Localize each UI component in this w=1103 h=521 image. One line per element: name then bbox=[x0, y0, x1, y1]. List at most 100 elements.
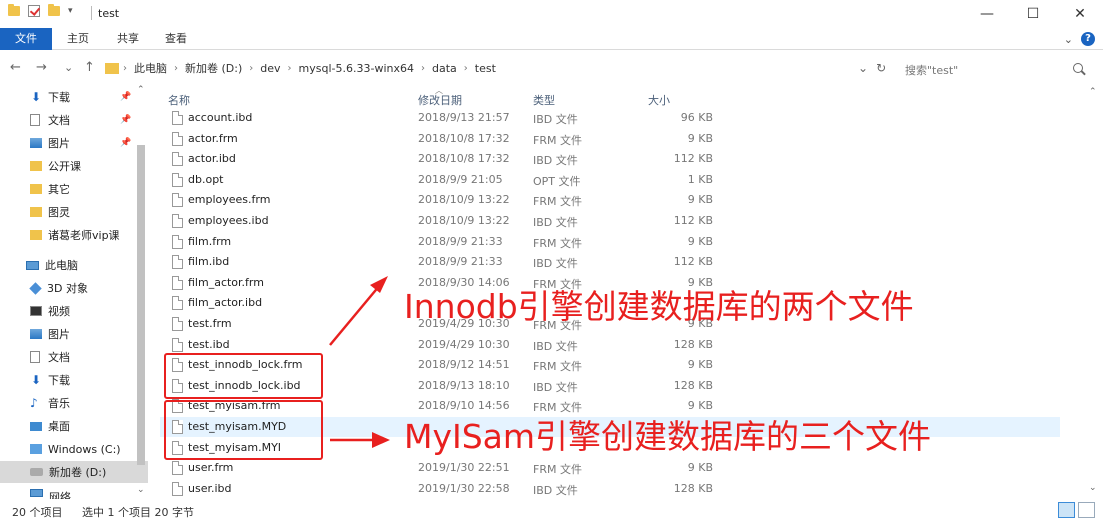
file-row[interactable]: film.frm 2018/9/9 21:33 FRM 文件 9 KB bbox=[160, 232, 1060, 252]
details-view-button[interactable] bbox=[1058, 502, 1075, 518]
pin-icon: 📌 bbox=[120, 92, 132, 102]
folder-icon bbox=[30, 161, 42, 171]
sidebar-item-vip[interactable]: 诸葛老师vip课 bbox=[0, 224, 148, 246]
new-folder-icon[interactable] bbox=[48, 4, 60, 16]
file-date: 2018/9/9 21:33 bbox=[418, 255, 503, 269]
back-button[interactable]: ← bbox=[10, 60, 21, 75]
sidebar-item-3d-objects[interactable]: 3D 对象 bbox=[0, 277, 148, 299]
scroll-down-icon[interactable]: ⌄ bbox=[1089, 483, 1097, 493]
breadcrumb-dev[interactable]: dev bbox=[260, 62, 280, 75]
forward-button[interactable]: → bbox=[36, 60, 47, 75]
breadcrumb-test[interactable]: test bbox=[475, 62, 496, 75]
file-name: account.ibd bbox=[188, 111, 253, 124]
scrollbar-thumb[interactable] bbox=[137, 145, 145, 465]
sidebar-item-label: 图片 bbox=[48, 137, 70, 150]
sidebar-item-label: 下载 bbox=[48, 374, 70, 387]
file-row[interactable]: user.frm 2019/1/30 22:51 FRM 文件 9 KB bbox=[160, 458, 1060, 478]
file-row[interactable]: db.opt 2018/9/9 21:05 OPT 文件 1 KB bbox=[160, 170, 1060, 190]
expand-ribbon-icon[interactable]: ⌄ bbox=[1064, 33, 1073, 46]
sidebar-item-label: 图片 bbox=[48, 328, 70, 341]
file-name: test.ibd bbox=[188, 337, 230, 351]
breadcrumb-mysql[interactable]: mysql-5.6.33-winx64 bbox=[299, 62, 414, 75]
sidebar-item-drive-d[interactable]: 新加卷 (D:) bbox=[0, 461, 148, 483]
sidebar-item-desktop[interactable]: 桌面 bbox=[0, 415, 148, 437]
sidebar-item-documents-pinned[interactable]: 文档 📌 bbox=[0, 109, 148, 131]
file-name: employees.frm bbox=[188, 193, 271, 207]
sidebar-item-tuling[interactable]: 图灵 bbox=[0, 201, 148, 223]
sidebar-item-downloads-pinned[interactable]: ⬇ 下载 📌 bbox=[0, 86, 148, 108]
window-title: test bbox=[98, 7, 120, 20]
scrollbar-thumb[interactable] bbox=[1090, 103, 1098, 481]
maximize-button[interactable]: ☐ bbox=[1010, 0, 1056, 28]
sidebar-item-pictures-pinned[interactable]: 图片 📌 bbox=[0, 132, 148, 154]
tab-share[interactable]: 共享 bbox=[106, 28, 150, 50]
sidebar-item-documents[interactable]: 文档 bbox=[0, 346, 148, 368]
sidebar-item-label: 3D 对象 bbox=[47, 282, 88, 295]
file-row[interactable]: employees.ibd 2018/10/9 13:22 IBD 文件 112 KB bbox=[160, 211, 1060, 231]
breadcrumb-this-pc[interactable]: 此电脑 bbox=[134, 60, 167, 76]
search-icon[interactable] bbox=[1073, 63, 1083, 73]
file-type: FRM 文件 bbox=[533, 463, 582, 477]
tab-home[interactable]: 主页 bbox=[56, 28, 100, 50]
document-icon bbox=[30, 114, 40, 126]
sidebar-scrollbar[interactable]: ⌃ ⌄ bbox=[134, 85, 148, 497]
file-icon bbox=[172, 337, 183, 352]
recent-locations-button[interactable]: ⌄ bbox=[64, 61, 73, 74]
sidebar-item-qita[interactable]: 其它 bbox=[0, 178, 148, 200]
file-icon bbox=[172, 255, 183, 270]
column-header-date[interactable]: 修改日期 bbox=[418, 92, 462, 108]
breadcrumb-drive-d[interactable]: 新加卷 (D:) bbox=[185, 60, 242, 76]
sidebar-item-label: 文档 bbox=[48, 351, 70, 364]
properties-icon[interactable] bbox=[28, 5, 40, 17]
sidebar-item-music[interactable]: ♪ 音乐 bbox=[0, 392, 148, 414]
scroll-up-icon[interactable]: ⌃ bbox=[1089, 87, 1097, 97]
sidebar-item-pictures[interactable]: 图片 bbox=[0, 323, 148, 345]
tab-view[interactable]: 查看 bbox=[154, 28, 198, 50]
breadcrumb-data[interactable]: data bbox=[432, 62, 457, 75]
tab-file[interactable]: 文件 bbox=[0, 28, 52, 50]
close-button[interactable]: ✕ bbox=[1057, 0, 1103, 28]
file-row[interactable]: actor.ibd 2018/10/8 17:32 IBD 文件 112 KB bbox=[160, 149, 1060, 169]
sidebar-item-network[interactable]: 网络 bbox=[0, 489, 148, 499]
large-icons-view-button[interactable] bbox=[1078, 502, 1095, 518]
file-row[interactable]: user.ibd 2019/1/30 22:58 IBD 文件 128 KB bbox=[160, 479, 1060, 499]
column-header-type[interactable]: 类型 bbox=[533, 92, 555, 108]
column-header-size[interactable]: 大小 bbox=[648, 92, 670, 108]
selection-info: 选中 1 个项目 20 字节 bbox=[82, 506, 194, 519]
scroll-up-icon[interactable]: ⌃ bbox=[137, 85, 145, 95]
address-dropdown-icon[interactable]: ⌄ bbox=[858, 61, 868, 75]
minimize-button[interactable]: — bbox=[964, 0, 1010, 28]
breadcrumb[interactable]: › 此电脑 › 新加卷 (D:) › dev › mysql-5.6.33-wi… bbox=[105, 60, 503, 76]
pin-icon: 📌 bbox=[120, 115, 132, 125]
sidebar-item-windows-c[interactable]: Windows (C:) bbox=[0, 438, 148, 460]
folder-icon bbox=[8, 4, 20, 16]
file-date: 2018/9/13 18:10 bbox=[418, 378, 510, 392]
file-row[interactable]: actor.frm 2018/10/8 17:32 FRM 文件 9 KB bbox=[160, 129, 1060, 149]
sidebar-item-label: 诸葛老师vip课 bbox=[48, 229, 120, 242]
file-row[interactable]: account.ibd 2018/9/13 21:57 IBD 文件 96 KB bbox=[160, 108, 1060, 128]
sidebar-item-gongkaike[interactable]: 公开课 bbox=[0, 155, 148, 177]
sidebar-item-label: Windows (C:) bbox=[48, 442, 121, 456]
sidebar-item-label: 音乐 bbox=[48, 397, 70, 410]
sidebar-item-videos[interactable]: 视频 bbox=[0, 300, 148, 322]
scroll-down-icon[interactable]: ⌄ bbox=[137, 485, 145, 495]
file-type: FRM 文件 bbox=[533, 195, 582, 209]
file-type: IBD 文件 bbox=[533, 483, 578, 497]
customize-toolbar-icon[interactable]: ▾ bbox=[68, 6, 73, 16]
help-icon[interactable]: ? bbox=[1081, 32, 1095, 46]
file-type: IBD 文件 bbox=[533, 154, 578, 168]
up-button[interactable]: ↑ bbox=[84, 60, 95, 75]
file-list-scrollbar[interactable]: ⌃ ⌄ bbox=[1085, 85, 1103, 497]
file-row[interactable]: film.ibd 2018/9/9 21:33 IBD 文件 112 KB bbox=[160, 252, 1060, 272]
file-row[interactable]: employees.frm 2018/10/9 13:22 FRM 文件 9 KB bbox=[160, 190, 1060, 210]
sidebar-item-downloads[interactable]: ⬇ 下载 bbox=[0, 369, 148, 391]
file-size: 9 KB bbox=[687, 358, 713, 372]
refresh-icon[interactable]: ↻ bbox=[876, 61, 886, 75]
file-row[interactable]: test.ibd 2019/4/29 10:30 IBD 文件 128 KB bbox=[160, 335, 1060, 355]
search-input[interactable]: 搜索"test" bbox=[895, 57, 1095, 81]
music-icon: ♪ bbox=[30, 396, 38, 410]
column-header-name[interactable]: 名称 bbox=[168, 92, 190, 108]
sidebar-item-this-pc[interactable]: 此电脑 bbox=[0, 254, 148, 276]
download-icon: ⬇ bbox=[30, 373, 42, 387]
picture-icon bbox=[30, 329, 42, 339]
